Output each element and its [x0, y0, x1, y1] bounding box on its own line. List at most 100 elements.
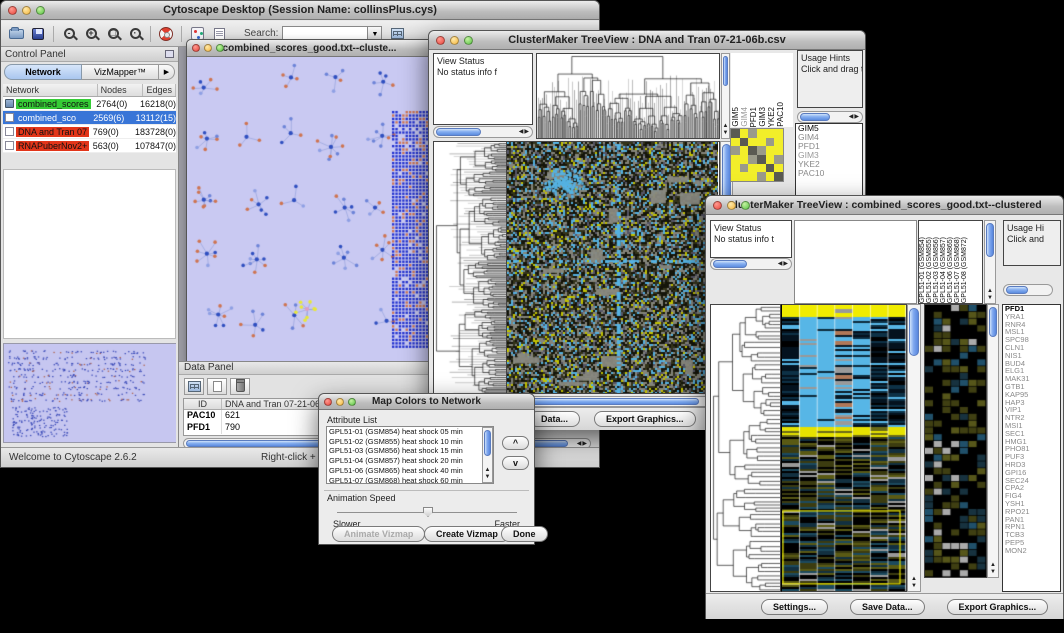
tv2-gene-list[interactable]: PFD1YRA1RNR4MSL1SPC98CLN1NIS1BUD4ELG1MAK… — [1002, 304, 1061, 592]
network-graph-canvas[interactable] — [187, 57, 432, 362]
tv1-zoom-matrix[interactable] — [730, 128, 784, 182]
tv2-usage-hscrollbar[interactable] — [1003, 284, 1053, 296]
zoom-button[interactable] — [216, 44, 224, 52]
tv2-row-dendrogram[interactable] — [710, 304, 781, 592]
tv1-status-hscrollbar[interactable]: ◀▶ — [433, 126, 533, 138]
matrix-cell — [748, 129, 757, 138]
tv2-column-labels[interactable]: GPL51-01 (GSM854)GPL51-02 (GSM855)GPL51-… — [918, 220, 983, 304]
matrix-cell — [757, 172, 766, 181]
minimize-button[interactable] — [727, 201, 736, 210]
treeview2-window: ClusterMaker TreeView : combined_scores_… — [705, 195, 1064, 619]
tv1-row-dendrogram[interactable] — [433, 141, 507, 394]
tab-overflow-button[interactable]: ▶ — [159, 64, 175, 80]
tv2-column-tree-area[interactable] — [794, 220, 917, 304]
matrix-cell — [766, 146, 775, 155]
zoom-button[interactable] — [36, 6, 45, 15]
zoom-fit-icon[interactable]: □ — [102, 24, 124, 43]
tv2-status-hscrollbar[interactable]: ◀▶ — [710, 258, 792, 270]
network-table-row[interactable]: combined_scores 2764(0) 16218(0) — [3, 97, 176, 111]
zoom-out-icon[interactable]: - — [58, 24, 80, 43]
new-attribute-icon[interactable] — [207, 378, 227, 395]
zoom-button[interactable] — [348, 398, 356, 406]
tv1-column-labels[interactable]: GIM5GIM4PFD1GIM3YKE2PAC10 — [731, 53, 793, 127]
minimize-button[interactable] — [204, 44, 212, 52]
network-file-icon — [5, 99, 14, 108]
tv2-footer-button[interactable]: Settings... — [761, 599, 828, 615]
network-file-icon — [5, 113, 14, 122]
matrix-cell — [766, 129, 775, 138]
tv2-heatmap[interactable] — [781, 304, 907, 592]
tv1-collabel-scrollbar[interactable]: ▲▼ — [721, 53, 730, 139]
animation-slider[interactable] — [337, 512, 517, 513]
move-up-button[interactable]: ^ — [502, 436, 529, 450]
float-panel-icon[interactable] — [165, 50, 174, 58]
tv1-footer-button[interactable]: Data... — [529, 411, 580, 427]
matrix-cell — [774, 129, 783, 138]
help-ring-icon[interactable] — [155, 24, 177, 43]
attribute-list-item[interactable]: GPL51-02 (GSM855) heat shock 10 min — [329, 437, 493, 447]
birdseye-view[interactable] — [3, 343, 176, 443]
treeview2-titlebar[interactable]: ClusterMaker TreeView : combined_scores_… — [706, 196, 1063, 215]
network-table-row[interactable]: DNA and Tran 07 769(0) 183728(0) — [3, 125, 176, 139]
open-file-icon[interactable] — [5, 24, 27, 43]
tv1-heatmap-hscrollbar[interactable]: ◀▶ — [507, 396, 720, 407]
network-view-titlebar[interactable]: combined_scores_good.txt--cluste... — [187, 40, 432, 57]
tv1-usage-hscrollbar[interactable]: ◀▶ — [797, 111, 863, 123]
delete-attribute-icon[interactable] — [230, 378, 250, 395]
treeview1-titlebar[interactable]: ClusterMaker TreeView : DNA and Tran 07-… — [429, 31, 865, 50]
zoom-button[interactable] — [464, 36, 473, 45]
close-button[interactable] — [8, 6, 17, 15]
zoom-selected-icon[interactable]: · — [124, 24, 146, 43]
network-file-icon — [5, 127, 14, 136]
matrix-cell — [757, 164, 766, 173]
tv2-collabel-scrollbar[interactable]: ▲▼ — [984, 220, 996, 304]
attribute-listbox[interactable]: GPL51-01 (GSM854) heat shock 05 minGPL51… — [326, 426, 494, 484]
save-icon[interactable] — [27, 24, 49, 43]
minimize-button[interactable] — [22, 6, 31, 15]
close-button[interactable] — [192, 44, 200, 52]
tv2-zoom-heatmap[interactable] — [924, 304, 987, 578]
done-button[interactable]: Done — [501, 526, 548, 542]
main-titlebar[interactable]: Cytoscape Desktop (Session Name: collins… — [1, 1, 599, 20]
attribute-list-item[interactable]: GPL51-01 (GSM854) heat shock 05 min — [329, 427, 493, 437]
tv1-footer-button[interactable]: Export Graphics... — [594, 411, 696, 427]
move-down-button[interactable]: v — [502, 456, 529, 470]
attribute-list-vscrollbar[interactable]: ▲▼ — [482, 427, 493, 483]
treeview2-title: ClusterMaker TreeView : combined_scores_… — [706, 199, 1063, 211]
network-table-header[interactable]: Network Nodes Edges — [3, 84, 176, 97]
minimize-button[interactable] — [450, 36, 459, 45]
tv1-heatmap[interactable] — [507, 141, 720, 394]
tv2-heatmap-vscrollbar[interactable]: ▲▼ — [907, 304, 921, 592]
animate-vizmap-button[interactable]: Animate Vizmap — [332, 526, 425, 542]
control-panel-tabs: Network VizMapper™ ▶ — [1, 62, 178, 82]
tv2-footer-button[interactable]: Export Graphics... — [947, 599, 1049, 615]
slider-thumb[interactable] — [423, 507, 433, 517]
tv1-column-dendrogram[interactable] — [536, 53, 720, 139]
attribute-list-item[interactable]: GPL51-06 (GSM865) heat shock 40 min — [329, 466, 493, 476]
close-button[interactable] — [324, 398, 332, 406]
network-file-icon — [5, 141, 14, 150]
tab-network[interactable]: Network — [4, 64, 82, 80]
dialog-titlebar[interactable]: Map Colors to Network — [319, 394, 534, 410]
tab-vizmapper[interactable]: VizMapper™ — [82, 64, 159, 80]
tv2-zoom-vscrollbar[interactable]: ▲▼ — [987, 304, 999, 578]
matrix-cell — [766, 164, 775, 173]
tv2-footer-button[interactable]: Save Data... — [850, 599, 925, 615]
attribute-list-item[interactable]: GPL51-07 (GSM868) heat shock 60 min — [329, 476, 493, 484]
zoom-button[interactable] — [741, 201, 750, 210]
column-label: GPL51-03 (GSM856) — [933, 237, 940, 303]
column-label: PFD1 — [749, 107, 758, 127]
close-button[interactable] — [713, 201, 722, 210]
zoom-in-icon[interactable]: + — [80, 24, 102, 43]
close-button[interactable] — [436, 36, 445, 45]
matrix-cell — [731, 155, 740, 164]
attribute-list-item[interactable]: GPL51-03 (GSM856) heat shock 15 min — [329, 446, 493, 456]
create-vizmap-button[interactable]: Create Vizmap — [424, 526, 510, 542]
select-attributes-icon[interactable] — [184, 378, 204, 395]
tv2-view-status: View Status No status info t — [710, 220, 792, 258]
minimize-button[interactable] — [336, 398, 344, 406]
network-tree-whitespace[interactable] — [3, 169, 176, 339]
network-table-row[interactable]: RNAPuberNov2+ 563(0) 107847(0) — [3, 139, 176, 153]
network-table-row[interactable]: combined_sco 2569(6) 13112(15) — [3, 111, 176, 125]
attribute-list-item[interactable]: GPL51-04 (GSM857) heat shock 20 min — [329, 456, 493, 466]
